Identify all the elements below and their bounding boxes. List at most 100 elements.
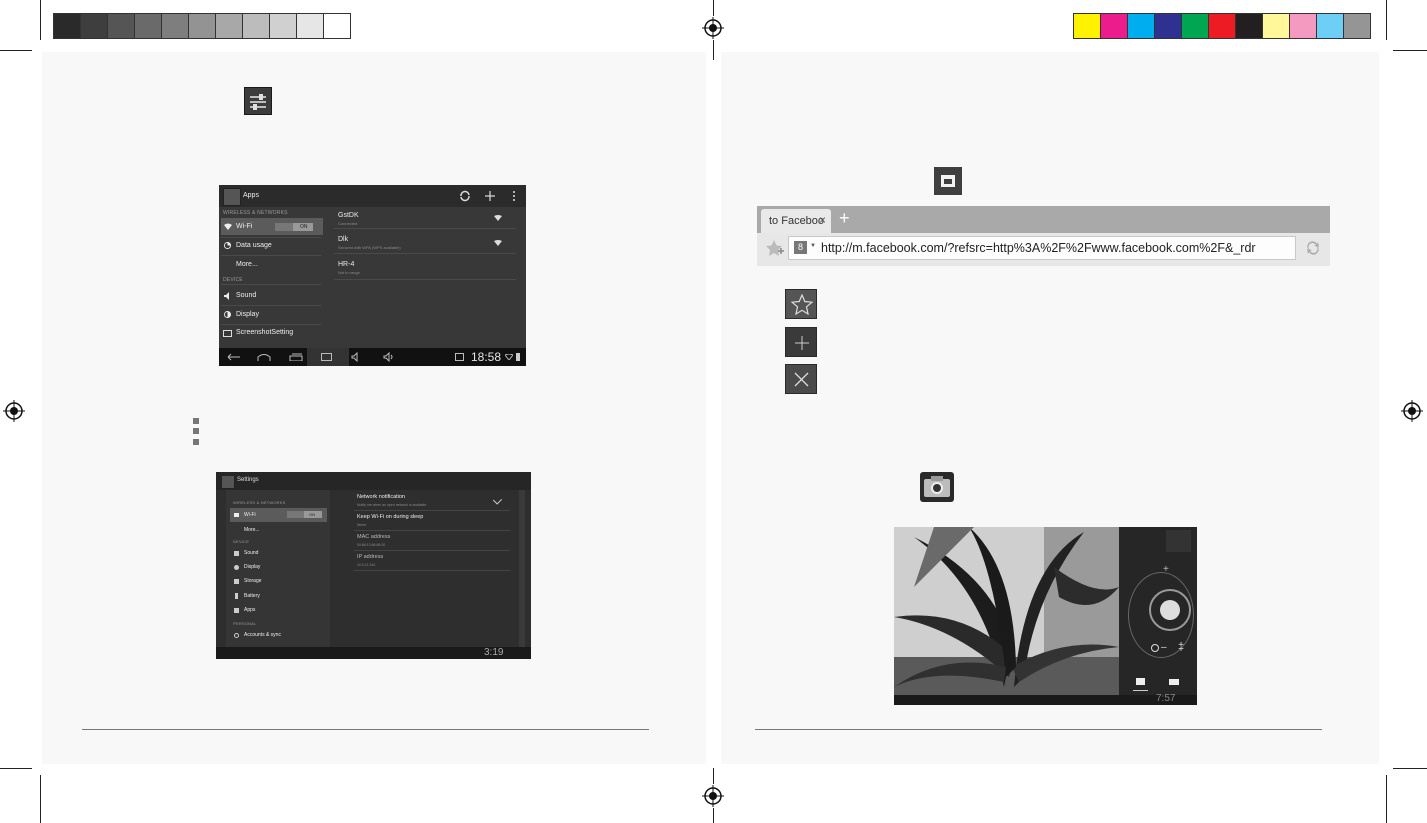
more-label[interactable]: More... xyxy=(236,261,258,268)
crop-mark xyxy=(713,768,714,784)
crop-mark xyxy=(1386,775,1387,823)
bullet-icon xyxy=(193,439,199,445)
close-icon xyxy=(794,372,809,387)
sound-label[interactable]: Sound xyxy=(244,550,258,556)
network-status: Not in range xyxy=(338,270,360,275)
display-icon xyxy=(224,311,231,318)
settings-screenshot: Settings WIRELESS & NETWORKS Wi-Fi ON Mo… xyxy=(216,472,531,659)
close-tab-icon[interactable]: × xyxy=(819,213,826,227)
sound-label[interactable]: Sound xyxy=(236,292,256,299)
bullet-icon xyxy=(193,428,199,434)
search-engine-icon[interactable]: 8 xyxy=(794,241,807,254)
color-swatch xyxy=(242,13,270,39)
color-swatch xyxy=(80,13,108,39)
crop-mark xyxy=(713,0,714,16)
wifi-toggle[interactable]: ON xyxy=(287,511,322,518)
network-status: Connected xyxy=(338,221,358,226)
apps-icon xyxy=(234,608,239,613)
wifi-status-icon xyxy=(505,354,513,360)
color-swatch xyxy=(1073,13,1101,39)
screenshot-icon xyxy=(223,330,232,337)
camera-nav-icon xyxy=(321,353,332,361)
settings-icon[interactable]: ‡ xyxy=(1178,641,1184,653)
network-name[interactable]: HR-4 xyxy=(338,261,354,268)
wifi-label: Wi-Fi xyxy=(236,223,253,230)
refresh-icon[interactable] xyxy=(459,190,471,202)
color-swatch xyxy=(188,13,216,39)
wifi-signal-icon xyxy=(494,215,502,221)
accounts-sync-label[interactable]: Accounts & sync xyxy=(244,632,281,638)
clock: 18:58 xyxy=(471,350,502,364)
reload-icon[interactable] xyxy=(1305,240,1321,256)
recent-apps-icon[interactable] xyxy=(289,353,303,361)
settings-icon xyxy=(223,188,241,206)
storage-label[interactable]: Storage xyxy=(244,578,262,584)
camera-screenshot: + – ‡ 7:57 xyxy=(894,527,1197,705)
screen-title: Apps xyxy=(243,192,259,199)
color-swatch xyxy=(1316,13,1344,39)
network-name[interactable]: Dlk xyxy=(338,236,348,243)
color-swatch xyxy=(1127,13,1155,39)
display-label[interactable]: Display xyxy=(244,564,260,570)
checkbox-checked[interactable] xyxy=(492,495,503,505)
display-icon xyxy=(234,565,239,570)
color-swatch xyxy=(323,13,351,39)
wifi-toggle[interactable]: ON xyxy=(275,223,313,231)
mode-icon[interactable] xyxy=(1151,644,1159,652)
screenshot-setting-label[interactable]: ScreenshotSetting xyxy=(236,329,293,336)
wifi-settings-screenshot: Apps WIRELESS & NETWORKS Wi-Fi ON Data u… xyxy=(219,185,526,366)
setting-subtitle: Notify me when an open network is availa… xyxy=(357,503,427,507)
bookmark-star-icon[interactable] xyxy=(765,239,785,257)
network-status: Secured with WPA (WPS available) xyxy=(338,245,401,250)
browser-app-icon xyxy=(934,167,962,195)
crop-mark xyxy=(1393,50,1427,51)
setting-subtitle: 10.0.11.244 xyxy=(357,563,376,567)
color-swatch xyxy=(1208,13,1236,39)
url-text[interactable]: http://m.facebook.com/?refsrc=http%3A%2F… xyxy=(821,241,1256,255)
video-mode-icon[interactable] xyxy=(1169,679,1179,685)
more-label[interactable]: More... xyxy=(244,527,260,533)
scrollbar[interactable] xyxy=(519,490,525,647)
volume-down-icon[interactable] xyxy=(351,352,361,362)
star-icon xyxy=(791,294,813,315)
sound-icon xyxy=(234,551,239,556)
battery-label[interactable]: Battery xyxy=(244,593,260,599)
zoom-in-icon[interactable]: + xyxy=(1163,564,1169,575)
shutter-button[interactable] xyxy=(1160,600,1180,620)
clock: 7:57 xyxy=(1156,693,1176,704)
star-button xyxy=(785,289,817,319)
registration-mark-icon xyxy=(702,785,724,807)
crop-mark xyxy=(713,40,714,60)
battery-icon xyxy=(516,353,520,361)
overflow-menu-icon[interactable] xyxy=(511,190,517,202)
setting-title[interactable]: Keep Wi-Fi on during sleep xyxy=(357,514,423,520)
display-label[interactable]: Display xyxy=(236,311,259,318)
back-icon[interactable] xyxy=(227,353,241,361)
camera-mode-icon[interactable] xyxy=(1136,678,1145,685)
thumbnail[interactable] xyxy=(1166,530,1191,552)
add-icon[interactable] xyxy=(484,190,496,202)
storage-icon xyxy=(234,579,239,584)
left-footer-rule xyxy=(82,729,649,730)
data-usage-label[interactable]: Data usage xyxy=(236,242,272,249)
crop-mark xyxy=(0,50,32,51)
setting-subtitle: 00:66:13:66:66:00 xyxy=(357,543,386,547)
setting-title[interactable]: Network notification xyxy=(357,494,405,500)
setting-subtitle: Never xyxy=(357,523,367,527)
plus-icon xyxy=(795,336,809,350)
plus-button xyxy=(785,327,817,357)
color-swatch xyxy=(1289,13,1317,39)
zoom-out-icon[interactable]: – xyxy=(1161,642,1167,653)
volume-up-icon[interactable] xyxy=(383,352,395,362)
tab-label: to Faceboo xyxy=(769,215,825,227)
color-swatch xyxy=(161,13,189,39)
apps-label[interactable]: Apps xyxy=(244,607,255,613)
color-swatch xyxy=(53,13,81,39)
home-icon[interactable] xyxy=(257,353,271,361)
crop-mark xyxy=(0,768,32,769)
color-swatch xyxy=(1235,13,1263,39)
crop-mark xyxy=(713,808,714,823)
network-name[interactable]: GstDK xyxy=(338,212,359,219)
dropdown-arrow-icon[interactable]: ▼ xyxy=(810,243,816,249)
new-tab-icon[interactable]: + xyxy=(839,208,850,229)
